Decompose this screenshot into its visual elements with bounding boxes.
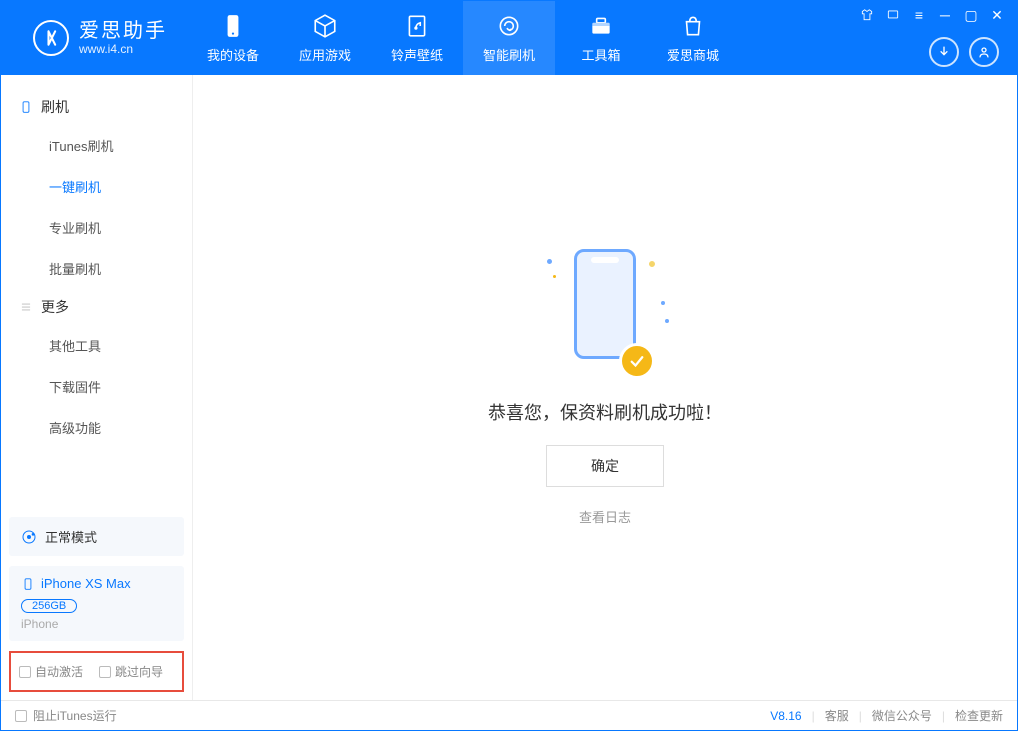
sidebar-item-oneclick-flash[interactable]: 一键刷机 bbox=[1, 166, 192, 207]
success-illustration bbox=[545, 249, 665, 379]
titlebar-controls: ≡ ─ ▢ ✕ bbox=[859, 7, 1005, 23]
minimize-icon[interactable]: ─ bbox=[937, 7, 953, 23]
header-actions bbox=[929, 37, 999, 67]
footer-link-update[interactable]: 检查更新 bbox=[955, 707, 1003, 724]
tab-store[interactable]: 爱思商城 bbox=[647, 1, 739, 75]
checkbox-icon bbox=[99, 666, 111, 678]
checkbox-label: 阻止iTunes运行 bbox=[33, 707, 117, 724]
checkbox-label: 跳过向导 bbox=[115, 663, 163, 680]
flash-options-row: 自动激活 跳过向导 bbox=[9, 651, 184, 692]
close-icon[interactable]: ✕ bbox=[989, 7, 1005, 23]
tab-toolbox[interactable]: 工具箱 bbox=[555, 1, 647, 75]
tab-label: 应用游戏 bbox=[299, 45, 351, 64]
section-title: 更多 bbox=[41, 297, 69, 317]
sidebar-item-pro-flash[interactable]: 专业刷机 bbox=[1, 207, 192, 248]
tab-ringtones[interactable]: 铃声壁纸 bbox=[371, 1, 463, 75]
phone-small-icon bbox=[21, 577, 35, 591]
tab-label: 爱思商城 bbox=[667, 45, 719, 64]
checkbox-skip-guide[interactable]: 跳过向导 bbox=[99, 663, 163, 680]
success-message: 恭喜您，保资料刷机成功啦！ bbox=[488, 399, 722, 425]
list-icon bbox=[19, 300, 33, 314]
tab-my-device[interactable]: 我的设备 bbox=[187, 1, 279, 75]
download-button[interactable] bbox=[929, 37, 959, 67]
tab-label: 智能刷机 bbox=[483, 45, 535, 64]
sidebar-item-download-firmware[interactable]: 下载固件 bbox=[1, 366, 192, 407]
file-music-icon bbox=[404, 13, 430, 39]
device-info-box[interactable]: iPhone XS Max 256GB iPhone bbox=[9, 566, 184, 641]
footer-link-support[interactable]: 客服 bbox=[825, 707, 849, 724]
view-log-link[interactable]: 查看日志 bbox=[579, 507, 631, 526]
phone-icon bbox=[220, 13, 246, 39]
maximize-icon[interactable]: ▢ bbox=[963, 7, 979, 23]
toolbox-icon bbox=[588, 13, 614, 39]
checkbox-auto-activate[interactable]: 自动激活 bbox=[19, 663, 83, 680]
tab-smart-flash[interactable]: 智能刷机 bbox=[463, 1, 555, 75]
sidebar-item-advanced[interactable]: 高级功能 bbox=[1, 407, 192, 448]
checkbox-icon bbox=[19, 666, 31, 678]
nav-tabs: 我的设备 应用游戏 铃声壁纸 智能刷机 工具箱 爱思商城 bbox=[187, 1, 739, 75]
sidebar-item-itunes-flash[interactable]: iTunes刷机 bbox=[1, 125, 192, 166]
device-type: iPhone bbox=[21, 617, 172, 631]
version-label: V8.16 bbox=[770, 709, 801, 723]
checkbox-icon bbox=[15, 710, 27, 722]
app-logo: 爱思助手 www.i4.cn bbox=[13, 20, 187, 56]
sidebar-item-other-tools[interactable]: 其他工具 bbox=[1, 325, 192, 366]
app-name: 爱思助手 bbox=[79, 20, 167, 42]
mode-label: 正常模式 bbox=[45, 527, 97, 546]
main-content: 恭喜您，保资料刷机成功啦！ 确定 查看日志 bbox=[193, 75, 1017, 700]
header-bar: 爱思助手 www.i4.cn 我的设备 应用游戏 铃声壁纸 智能刷机 工具箱 爱… bbox=[1, 1, 1017, 75]
sidebar-section-more: 更多 bbox=[1, 289, 192, 325]
skin-icon[interactable] bbox=[859, 7, 875, 23]
box-icon bbox=[312, 13, 338, 39]
tab-label: 铃声壁纸 bbox=[391, 45, 443, 64]
device-icon bbox=[19, 100, 33, 114]
tab-apps[interactable]: 应用游戏 bbox=[279, 1, 371, 75]
checkbox-label: 自动激活 bbox=[35, 663, 83, 680]
refresh-shield-icon bbox=[496, 13, 522, 39]
confirm-button[interactable]: 确定 bbox=[546, 445, 664, 487]
tab-label: 工具箱 bbox=[581, 45, 620, 64]
device-capacity: 256GB bbox=[21, 599, 77, 613]
footer-block-itunes[interactable]: 阻止iTunes运行 bbox=[15, 707, 117, 724]
footer-link-wechat[interactable]: 微信公众号 bbox=[872, 707, 932, 724]
sidebar-section-flash: 刷机 bbox=[1, 89, 192, 125]
section-title: 刷机 bbox=[41, 97, 69, 117]
mode-icon bbox=[21, 529, 37, 545]
sidebar-item-batch-flash[interactable]: 批量刷机 bbox=[1, 248, 192, 289]
device-mode-box[interactable]: 正常模式 bbox=[9, 517, 184, 556]
feedback-icon[interactable] bbox=[885, 7, 901, 23]
sidebar: 刷机 iTunes刷机 一键刷机 专业刷机 批量刷机 更多 其他工具 下载固件 … bbox=[1, 75, 193, 700]
footer-bar: 阻止iTunes运行 V8.16 | 客服 | 微信公众号 | 检查更新 bbox=[1, 700, 1017, 730]
bag-icon bbox=[680, 13, 706, 39]
device-name: iPhone XS Max bbox=[21, 576, 172, 591]
app-url: www.i4.cn bbox=[79, 42, 167, 56]
user-button[interactable] bbox=[969, 37, 999, 67]
logo-icon bbox=[33, 20, 69, 56]
menu-icon[interactable]: ≡ bbox=[911, 7, 927, 23]
phone-graphic bbox=[574, 249, 636, 359]
check-badge-icon bbox=[619, 343, 655, 379]
tab-label: 我的设备 bbox=[207, 45, 259, 64]
